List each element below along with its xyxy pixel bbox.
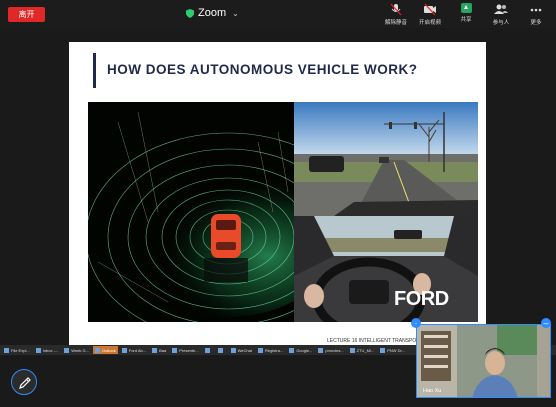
- share-screen-label: 共享: [460, 17, 472, 23]
- app-icon: [204, 347, 210, 353]
- unmute-label: 解除静音: [384, 20, 407, 26]
- leave-meeting-button[interactable]: 离开: [8, 7, 45, 22]
- taskbar-item[interactable]: ZTU_Mi...: [348, 346, 377, 354]
- taskbar-item[interactable]: Presente...: [170, 346, 200, 354]
- slide-title: HOW DOES AUTONOMOUS VEHICLE WORK?: [107, 62, 418, 77]
- participants-icon: [494, 4, 508, 14]
- ford-brand-text: FORD: [394, 288, 449, 310]
- taskbar-item[interactable]: WeChat: [229, 346, 254, 354]
- more-icon: [530, 8, 542, 12]
- encryption-shield-icon: [186, 8, 194, 18]
- taskbar-item[interactable]: File Expl...: [2, 346, 32, 354]
- app-icon: [64, 347, 70, 353]
- app-icon: [349, 347, 355, 353]
- car-interior-image: FORD: [294, 216, 478, 322]
- taskbar-item[interactable]: PNW Dr...: [378, 346, 407, 354]
- app-icon: [289, 347, 295, 353]
- app-icon: [121, 347, 127, 353]
- taskbar-item[interactable]: Baa: [150, 346, 168, 354]
- meeting-top-bar: 离开 Zoom ⌄ 解除静音 开启视频 共享 参与人 更多: [0, 0, 556, 28]
- share-screen-icon: [460, 3, 472, 13]
- taskbar-item[interactable]: [216, 346, 227, 354]
- taskbar-item-active[interactable]: Outlook: [92, 346, 118, 354]
- mic-muted-icon: [390, 3, 402, 16]
- taskbar-item[interactable]: Ford Ab...: [120, 346, 148, 354]
- app-icon: [380, 347, 386, 353]
- self-video-tile[interactable]: Hao Xu: [416, 324, 551, 398]
- road-camera-image: [294, 102, 478, 216]
- more-label: 更多: [530, 20, 542, 26]
- title-accent-bar: [93, 53, 96, 88]
- app-icon: [257, 347, 263, 353]
- app-icon: [35, 347, 41, 353]
- share-screen-button[interactable]: 共享: [448, 3, 484, 23]
- participants-label: 参与人: [492, 20, 510, 26]
- chevron-down-icon: ⌄: [232, 8, 239, 18]
- start-video-button[interactable]: 开启视频: [412, 3, 448, 26]
- start-video-label: 开启视频: [418, 20, 441, 26]
- app-icon: [94, 347, 100, 353]
- annotate-button[interactable]: [11, 369, 37, 395]
- camera-off-icon: [424, 3, 436, 16]
- taskbar-item[interactable]: pmovies...: [316, 346, 345, 354]
- more-button[interactable]: 更多: [518, 3, 554, 26]
- taskbar-item[interactable]: Registra...: [256, 346, 285, 354]
- app-icon: [230, 347, 236, 353]
- app-icon: [172, 347, 178, 353]
- meeting-title[interactable]: Zoom ⌄: [186, 5, 239, 21]
- taskbar-item[interactable]: Inbox -...: [34, 346, 61, 354]
- lidar-point-cloud-image: [88, 102, 294, 322]
- app-icon: [4, 347, 9, 353]
- app-icon: [217, 347, 223, 353]
- unmute-button[interactable]: 解除静音: [378, 3, 414, 26]
- taskbar-item[interactable]: Week G...: [62, 346, 91, 354]
- app-icon: [152, 347, 158, 353]
- self-video-name: Hao Xu: [423, 388, 442, 394]
- meeting-title-text: Zoom: [198, 7, 227, 19]
- taskbar-item[interactable]: [203, 346, 214, 354]
- taskbar-item[interactable]: Google...: [287, 346, 314, 354]
- video-minimize-icon[interactable]: –: [541, 318, 551, 328]
- video-pin-icon[interactable]: ·: [411, 318, 421, 328]
- participants-button[interactable]: 参与人: [483, 3, 519, 26]
- pencil-icon: [19, 377, 31, 389]
- app-icon: [318, 347, 324, 353]
